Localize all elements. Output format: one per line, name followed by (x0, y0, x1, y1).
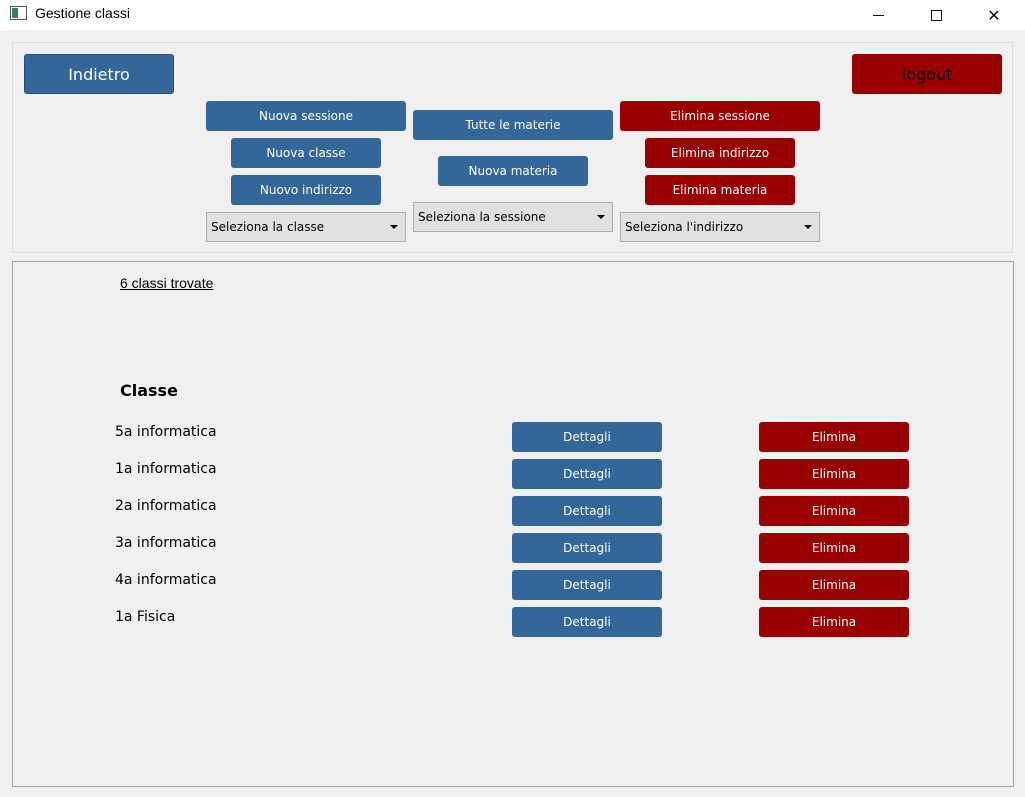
maximize-button[interactable] (913, 0, 959, 30)
class-select-value: Seleziona la classe (211, 220, 325, 234)
delete-subject-button[interactable]: Elimina materia (645, 175, 795, 205)
details-button[interactable]: Dettagli (512, 422, 662, 452)
class-select[interactable]: Seleziona la classe (206, 212, 406, 242)
back-button[interactable]: Indietro (24, 54, 174, 94)
new-session-button[interactable]: Nuova sessione (206, 101, 406, 131)
minimize-button[interactable] (855, 0, 901, 30)
details-button[interactable]: Dettagli (512, 533, 662, 563)
session-select[interactable]: Seleziona la sessione (413, 202, 613, 232)
maximize-icon (930, 9, 942, 21)
class-name: 1a informatica (115, 461, 217, 477)
new-address-button[interactable]: Nuovo indirizzo (231, 175, 381, 205)
address-select[interactable]: Seleziona l'indirizzo (620, 212, 820, 242)
details-button[interactable]: Dettagli (512, 496, 662, 526)
delete-session-button[interactable]: Elimina sessione (620, 101, 820, 131)
close-button[interactable]: ✕ (971, 0, 1017, 30)
window-client-area: Indietro logout Nuova sessione Nuova cla… (0, 30, 1025, 797)
details-button[interactable]: Dettagli (512, 570, 662, 600)
class-list-panel: 6 classi trovate Classe 5a informatica D… (12, 261, 1014, 787)
delete-button[interactable]: Elimina (759, 570, 909, 600)
minimize-icon (872, 14, 884, 16)
window-title: Gestione classi (35, 5, 130, 21)
logout-button[interactable]: logout (852, 54, 1002, 94)
address-select-value: Seleziona l'indirizzo (625, 220, 744, 234)
delete-button[interactable]: Elimina (759, 607, 909, 637)
delete-button[interactable]: Elimina (759, 533, 909, 563)
class-column-header: Classe (120, 381, 178, 400)
class-name: 2a informatica (115, 498, 217, 514)
class-name: 5a informatica (115, 424, 217, 440)
details-button[interactable]: Dettagli (512, 607, 662, 637)
delete-button[interactable]: Elimina (759, 496, 909, 526)
close-icon: ✕ (987, 5, 1001, 25)
chevron-down-icon (390, 225, 398, 229)
chevron-down-icon (804, 225, 812, 229)
all-subjects-button[interactable]: Tutte le materie (413, 110, 613, 140)
delete-button[interactable]: Elimina (759, 459, 909, 489)
session-select-value: Seleziona la sessione (418, 210, 546, 224)
details-button[interactable]: Dettagli (512, 459, 662, 489)
class-name: 1a Fisica (115, 609, 176, 625)
delete-address-button[interactable]: Elimina indirizzo (645, 138, 795, 168)
chevron-down-icon (597, 215, 605, 219)
class-name: 3a informatica (115, 535, 217, 551)
new-class-button[interactable]: Nuova classe (231, 138, 381, 168)
new-subject-button[interactable]: Nuova materia (438, 156, 588, 186)
class-count-link[interactable]: 6 classi trovate (120, 275, 213, 291)
title-bar: Gestione classi ✕ (0, 0, 1025, 30)
class-name: 4a informatica (115, 572, 217, 588)
app-icon (10, 6, 27, 20)
delete-button[interactable]: Elimina (759, 422, 909, 452)
toolbar-panel: Indietro logout Nuova sessione Nuova cla… (12, 42, 1013, 253)
